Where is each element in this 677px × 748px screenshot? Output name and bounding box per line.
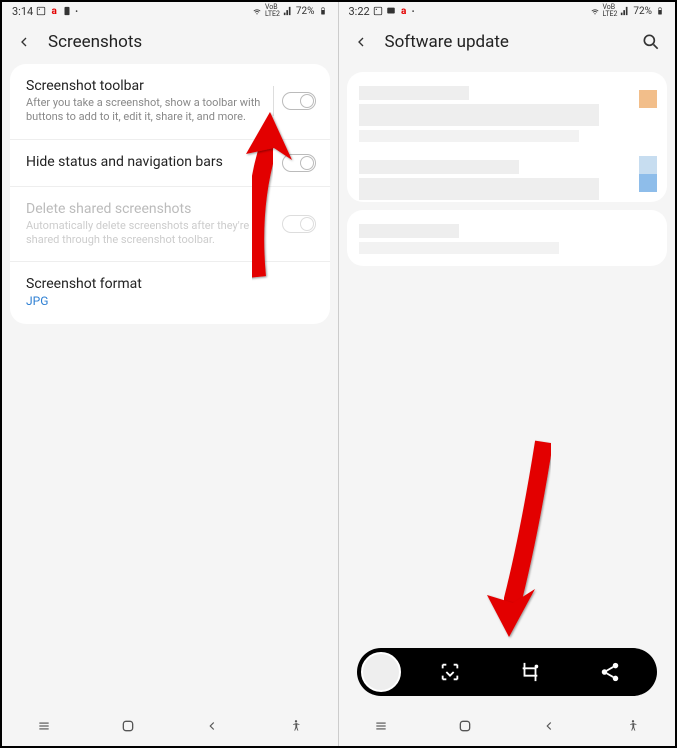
toggle-screenshot-toolbar[interactable] [282, 92, 316, 110]
annotation-arrow [469, 437, 569, 657]
nav-bar [339, 706, 676, 746]
nav-accessibility[interactable] [286, 716, 306, 736]
nav-bar [2, 706, 338, 746]
status-time: 3:14 [12, 5, 33, 18]
status-bar: 3:14 a • VoBLTE2 72% [2, 2, 338, 20]
image-icon [36, 6, 46, 16]
item-screenshot-toolbar[interactable]: Screenshot toolbar After you take a scre… [10, 64, 330, 139]
format-value: JPG [26, 294, 314, 310]
status-time: 3:22 [349, 5, 370, 18]
item-hide-bars[interactable]: Hide status and navigation bars [10, 139, 330, 186]
crop-edit-icon[interactable] [499, 661, 561, 683]
nav-recents[interactable] [371, 716, 391, 736]
battery-percent: 72% [633, 6, 652, 17]
chat-icon [386, 6, 396, 16]
swatch-blue [639, 174, 657, 192]
header: Screenshots [2, 20, 338, 64]
nav-home[interactable] [118, 716, 138, 736]
lte-icon: VoBLTE2 [265, 4, 280, 18]
item-title: Delete shared screenshots [26, 201, 314, 217]
nav-home[interactable] [455, 716, 475, 736]
status-bar: 3:22 a • VoBLTE2 72% [339, 2, 676, 20]
wifi-icon [252, 6, 262, 16]
nav-accessibility[interactable] [623, 716, 643, 736]
share-icon[interactable] [579, 661, 653, 683]
header: Software update [339, 20, 676, 64]
screenshot-thumbnail[interactable] [361, 652, 401, 692]
nav-back[interactable] [202, 716, 222, 736]
battery-icon [318, 6, 328, 16]
search-button[interactable] [641, 32, 661, 52]
wifi-icon [590, 6, 600, 16]
item-title: Hide status and navigation bars [26, 154, 314, 170]
item-title: Screenshot toolbar [26, 78, 314, 94]
update-card-1[interactable] [347, 72, 668, 202]
back-button[interactable] [353, 34, 369, 50]
signal-icon [283, 6, 293, 16]
toggle-delete-shared [282, 215, 316, 233]
item-subtitle: After you take a screenshot, show a tool… [26, 96, 314, 125]
swatch-orange [639, 90, 657, 108]
dot-icon: • [412, 7, 415, 16]
swatch-blue-light [639, 156, 657, 174]
scroll-capture-icon[interactable] [419, 661, 481, 683]
lte-icon: VoBLTE2 [603, 4, 618, 18]
toggle-hide-bars[interactable] [282, 154, 316, 172]
phone-software-update: 3:22 a • VoBLTE2 72% Software update [339, 2, 676, 746]
battery-percent: 72% [296, 6, 315, 17]
screenshot-toolbar [357, 648, 657, 696]
dot-icon: • [75, 7, 78, 16]
update-card-2[interactable] [347, 210, 668, 266]
page-title: Software update [385, 32, 626, 52]
battery-icon [655, 6, 665, 16]
item-screenshot-format[interactable]: Screenshot format JPG [10, 261, 330, 324]
airtel-icon: a [49, 6, 59, 16]
item-title: Screenshot format [26, 276, 314, 292]
nav-back[interactable] [539, 716, 559, 736]
page-title: Screenshots [48, 32, 324, 52]
divider [273, 86, 274, 116]
nav-recents[interactable] [34, 716, 54, 736]
item-subtitle: Automatically delete screenshots after t… [26, 219, 314, 248]
image-icon [373, 6, 383, 16]
signal-icon [620, 6, 630, 16]
item-delete-shared: Delete shared screenshots Automatically … [10, 186, 330, 262]
sim-icon [62, 6, 72, 16]
back-button[interactable] [16, 34, 32, 50]
airtel-icon: a [399, 6, 409, 16]
phone-screenshots-settings: 3:14 a • VoBLTE2 72% Screenshots Scr [2, 2, 339, 746]
settings-card: Screenshot toolbar After you take a scre… [10, 64, 330, 324]
